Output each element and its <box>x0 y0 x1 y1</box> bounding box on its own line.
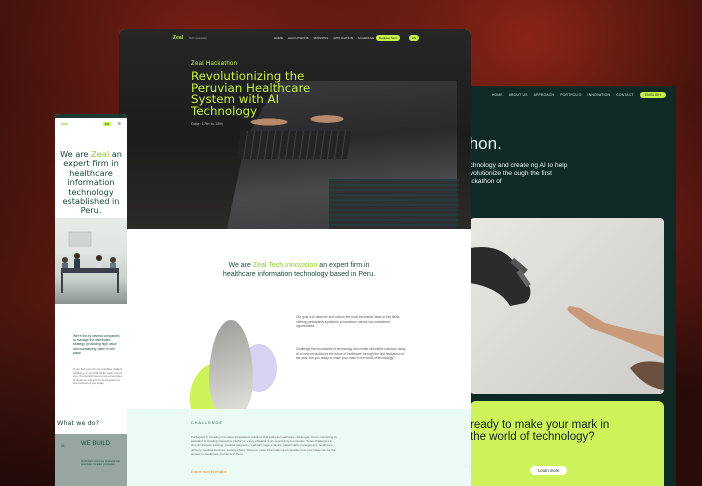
scroll-marker-2: › <box>465 464 466 468</box>
cta-title: ready to make your mark in the world of … <box>470 419 610 443</box>
robot-hand-illustration <box>470 247 664 390</box>
cta-section: ready to make your mark in the world of … <box>470 401 664 486</box>
right-desktop-window: HOME ABOUT US APPROACH PORTFOLIO INNOVAT… <box>440 86 676 486</box>
right-nav-home[interactable]: HOME <box>492 93 503 97</box>
right-nav-approach[interactable]: APPROACH <box>534 93 555 97</box>
we-are-highlight: Zeal Tech Innovation <box>252 262 318 269</box>
what-we-do-heading: What we do? <box>57 419 100 427</box>
logo-subtitle: Tech Innovation <box>189 37 208 40</box>
right-nav-contact[interactable]: CONTACT <box>616 93 634 97</box>
mobile-window: Zeal EN ≡ We are Zeal an expert firm in … <box>55 114 127 486</box>
hamburger-menu-icon[interactable]: ≡ <box>118 121 121 127</box>
mobile-logo[interactable]: Zeal <box>61 122 68 126</box>
center-desktop-window: Zeal Tech Innovation HOME HACKATHONS MIS… <box>119 29 471 486</box>
explore-link[interactable]: Explore more information <box>191 470 227 474</box>
nav-schedule[interactable]: SCHEDULE <box>358 36 374 40</box>
challenge-title: CHALLENGE <box>191 421 224 425</box>
nav-application[interactable]: APPLICATION <box>333 36 353 40</box>
nav-home[interactable]: HOME <box>274 36 283 40</box>
mobile-para-2: If you don't you for me priorities. Pati… <box>73 367 123 386</box>
mobile-hero-suffix: an expert firm in healthcare information… <box>62 149 122 216</box>
zeal-logo[interactable]: Zeal <box>173 35 183 41</box>
lang-button[interactable]: EN <box>409 35 420 41</box>
robot-arm-photo <box>209 320 253 420</box>
register-button[interactable]: Register here <box>376 35 401 41</box>
hero-section: Zeal Tech Innovation HOME HACKATHONS MIS… <box>119 29 471 229</box>
challenge-section: CHALLENGE Participate in creating innova… <box>119 409 471 486</box>
robot-arm-collage <box>182 312 279 425</box>
robot-hand-image <box>470 218 664 394</box>
right-nav: HOME ABOUT US APPROACH PORTFOLIO INNOVAT… <box>492 92 666 98</box>
service-card[interactable]: 01 WE BUILD Technical know-how products … <box>55 434 127 486</box>
we-are-prefix: We are <box>228 262 253 269</box>
mobile-hero-text: We are Zeal an expert firm in healthcare… <box>57 149 125 216</box>
mobile-lang-button[interactable]: EN <box>103 122 111 126</box>
code-screen-image <box>329 179 459 229</box>
right-nav-innovation[interactable]: INNOVATION <box>588 93 611 97</box>
challenge-text: Participate in creating innovative AI-as… <box>191 435 337 456</box>
right-nav-about[interactable]: ABOUT US <box>509 93 528 97</box>
service-number: 01 <box>61 444 65 448</box>
we-are-statement: We are Zeal Tech Innovation an expert fi… <box>219 261 379 279</box>
scroll-marker-1: › <box>465 326 466 330</box>
service-text: Technical know-how products that automat… <box>81 460 120 467</box>
hero-title: Revolutionizing the Peruvian Healthcare … <box>191 69 311 118</box>
challenge-intro-text: Challenge the boundaries of technology a… <box>296 347 406 360</box>
goal-text: Our goal is to discover and nurture the … <box>296 315 401 328</box>
hero-eyebrow: Zeal Hackathon <box>191 61 238 67</box>
learn-more-button[interactable]: Learn more <box>530 466 568 475</box>
service-title: WE BUILD <box>81 441 111 447</box>
right-hero-text: technology and create ng AI to help revo… <box>464 162 568 185</box>
right-nav-portfolio[interactable]: PORTFOLIO <box>560 93 581 97</box>
right-lang-button[interactable]: ENGLISH <box>639 92 666 98</box>
team-illustration <box>61 231 119 293</box>
hero-date: Date: 17th to 18th <box>191 121 223 126</box>
mobile-para-1: We're led by several companies to manage… <box>73 334 120 355</box>
keyboard-image <box>237 131 351 159</box>
nav-missions[interactable]: MISSIONS <box>314 36 329 40</box>
center-nav: Zeal Tech Innovation HOME HACKATHONS MIS… <box>119 34 471 44</box>
mobile-status-bar <box>55 114 127 118</box>
nav-hackathons[interactable]: HACKATHONS <box>288 36 309 40</box>
team-meeting-photo <box>55 218 127 304</box>
